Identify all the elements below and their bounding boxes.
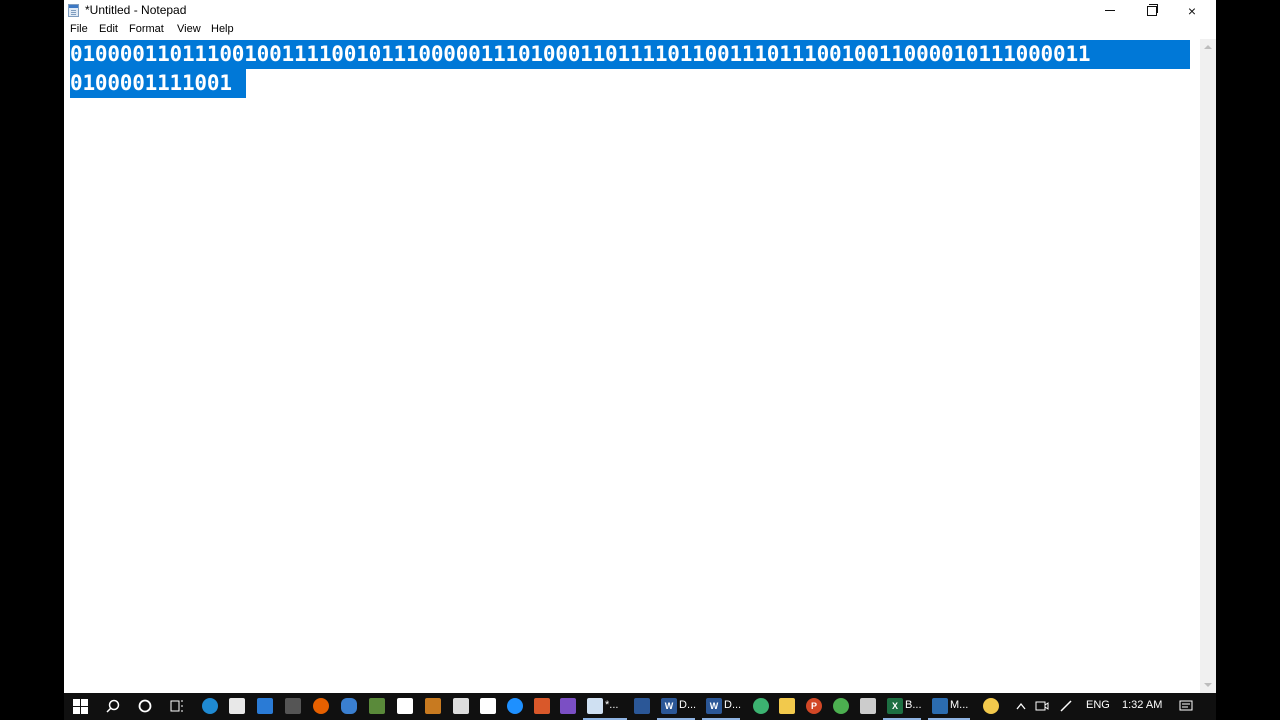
close-icon: ×: [1187, 2, 1197, 19]
camera-icon[interactable]: [369, 698, 385, 714]
excel-icon[interactable]: X: [887, 698, 903, 714]
chrome-icon[interactable]: [833, 698, 849, 714]
menu-help[interactable]: Help: [211, 23, 234, 35]
teamviewer-icon[interactable]: [507, 698, 523, 714]
meet-now-icon[interactable]: [1034, 698, 1050, 714]
notepad-task-icon[interactable]: [587, 698, 603, 714]
text-editor[interactable]: 0100001101110010011110010111000001110100…: [64, 39, 1200, 693]
close-button[interactable]: ×: [1172, 0, 1212, 21]
night-light-icon[interactable]: [983, 698, 999, 714]
word-task-label-1[interactable]: D...: [679, 699, 696, 711]
show-hidden-icons-icon[interactable]: [1013, 698, 1029, 714]
film-icon[interactable]: [285, 698, 301, 714]
app2-icon[interactable]: [860, 698, 876, 714]
word-icon[interactable]: W: [706, 698, 722, 714]
excel-task-label[interactable]: B...: [905, 699, 922, 711]
green-app-icon[interactable]: [753, 698, 769, 714]
menu-edit[interactable]: Edit: [99, 23, 118, 35]
notepad-window: *Untitled - Notepad × File Edit Format V…: [64, 0, 1216, 693]
selected-text-line-2[interactable]: 0100001111001: [70, 69, 246, 98]
scroll-down-icon[interactable]: [1204, 683, 1212, 687]
photo-icon[interactable]: [397, 698, 413, 714]
search-icon[interactable]: [105, 698, 121, 714]
magnifier-icon[interactable]: [453, 698, 469, 714]
task-view-icon[interactable]: [169, 698, 185, 714]
monitor-task-label[interactable]: M...: [950, 699, 968, 711]
monitor-icon[interactable]: [932, 698, 948, 714]
folder-icon[interactable]: [779, 698, 795, 714]
visual-studio-icon[interactable]: [560, 698, 576, 714]
onedrive-icon[interactable]: [341, 698, 357, 714]
windows-start-icon[interactable]: [72, 698, 88, 714]
restore-button[interactable]: [1132, 0, 1172, 21]
matlab-icon[interactable]: [534, 698, 550, 714]
mail-icon[interactable]: [257, 698, 273, 714]
notepad-task-label[interactable]: *...: [605, 699, 618, 711]
minimize-button[interactable]: [1090, 0, 1130, 21]
scroll-up-icon[interactable]: [1204, 45, 1212, 49]
store-icon[interactable]: [229, 698, 245, 714]
menu-format[interactable]: Format: [129, 23, 164, 35]
pen-icon[interactable]: [1058, 698, 1074, 714]
powerpoint-icon[interactable]: P: [806, 698, 822, 714]
minimize-icon: [1105, 10, 1115, 11]
word-icon[interactable]: W: [661, 698, 677, 714]
menu-file[interactable]: File: [70, 23, 88, 35]
clock[interactable]: 1:32 AM: [1122, 699, 1162, 711]
app-icon[interactable]: [480, 698, 496, 714]
language-indicator[interactable]: ENG: [1086, 699, 1110, 711]
vertical-scrollbar[interactable]: [1200, 39, 1216, 693]
firefox-icon[interactable]: [313, 698, 329, 714]
edge-icon[interactable]: [202, 698, 218, 714]
restore-icon: [1147, 3, 1158, 16]
word-task-label-2[interactable]: D...: [724, 699, 741, 711]
window-title: *Untitled - Notepad: [85, 3, 187, 17]
cortana-icon[interactable]: [137, 698, 153, 714]
menu-bar: File Edit Format View Help: [64, 21, 1216, 39]
notepad-icon: [68, 4, 79, 17]
defender-icon[interactable]: [634, 698, 650, 714]
docbox-icon[interactable]: [425, 698, 441, 714]
selected-text-line-1[interactable]: 0100001101110010011110010111000001110100…: [70, 40, 1190, 69]
taskbar: *... W D... W D... P X B... M... ENG 1:3…: [64, 693, 1216, 720]
notification-center-icon[interactable]: [1178, 698, 1194, 714]
menu-view[interactable]: View: [177, 23, 201, 35]
title-bar[interactable]: *Untitled - Notepad ×: [64, 0, 1216, 21]
